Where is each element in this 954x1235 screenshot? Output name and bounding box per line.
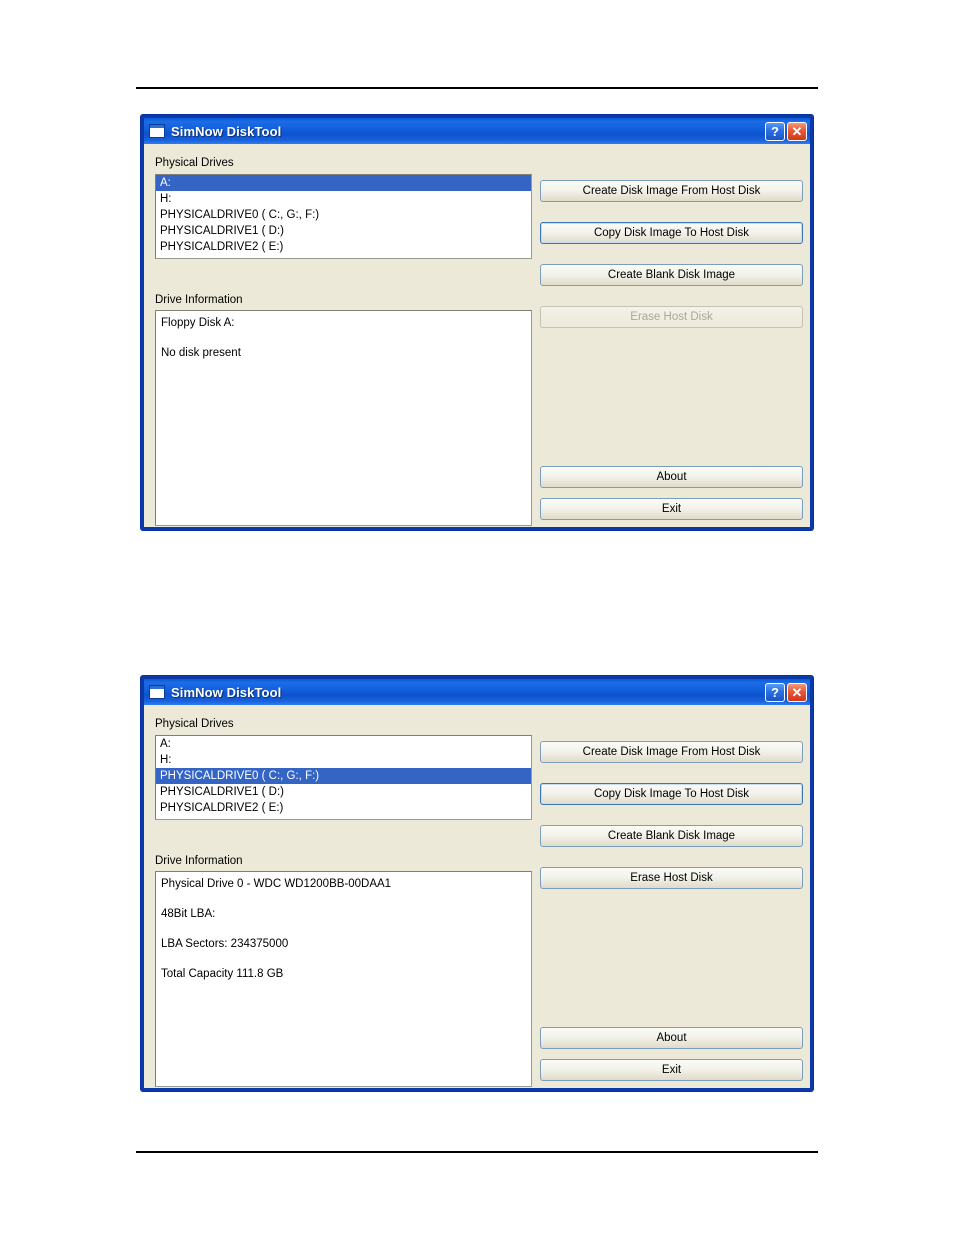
window-title: SimNow DiskTool (171, 684, 282, 700)
window-icon (149, 685, 165, 699)
drive-list-item[interactable]: PHYSICALDRIVE1 ( D:) (156, 223, 531, 239)
drive-information-line: LBA Sectors: 234375000 (161, 938, 289, 950)
drive-list-item[interactable]: PHYSICALDRIVE1 ( D:) (156, 784, 531, 800)
client-area: Physical Drives A: H: PHYSICALDRIVE0 ( C:,… (144, 705, 810, 1088)
drive-information-line: Physical Drive 0 - WDC WD1200BB-00DAA1 (161, 878, 392, 890)
drive-list-item[interactable]: PHYSICALDRIVE2 ( E:) (156, 239, 531, 255)
drive-information-label: Drive Information (155, 855, 243, 867)
create-blank-disk-image-button[interactable]: Create Blank Disk Image (540, 264, 803, 286)
drive-information-line: 48Bit LBA: (161, 908, 216, 920)
titlebar-buttons: ? ✕ (765, 682, 807, 702)
drive-list-item[interactable]: H: (156, 752, 531, 768)
titlebar[interactable]: SimNow DiskTool ? ✕ (144, 679, 810, 705)
help-icon[interactable]: ? (765, 121, 785, 141)
exit-button[interactable]: Exit (540, 1059, 803, 1081)
client-area: Physical Drives A: H: PHYSICALDRIVE0 ( C:,… (144, 144, 810, 527)
drive-list-item[interactable]: PHYSICALDRIVE2 ( E:) (156, 800, 531, 816)
drive-information-line: Floppy Disk A: (161, 317, 235, 329)
drive-information-line: Total Capacity 111.8 GB (161, 968, 284, 980)
physical-drives-listbox[interactable]: A: H: PHYSICALDRIVE0 ( C:, G:, F:) PHYSICAL… (155, 174, 532, 259)
create-disk-image-from-host-disk-button[interactable]: Create Disk Image From Host Disk (540, 741, 803, 763)
erase-host-disk-button[interactable]: Erase Host Disk (540, 867, 803, 889)
drive-list-item[interactable]: PHYSICALDRIVE0 ( C:, G:, F:) (156, 768, 531, 784)
drive-list-item[interactable]: A: (156, 736, 531, 752)
physical-drives-label: Physical Drives (155, 157, 234, 169)
exit-button[interactable]: Exit (540, 498, 803, 520)
physical-drives-label: Physical Drives (155, 718, 234, 730)
about-button[interactable]: About (540, 466, 803, 488)
erase-host-disk-button: Erase Host Disk (540, 306, 803, 328)
window-icon (149, 124, 165, 138)
titlebar[interactable]: SimNow DiskTool ? ✕ (144, 118, 810, 144)
simnow-disktool-window-2: SimNow DiskTool ? ✕ Physical Drives A: H:… (141, 676, 813, 1091)
copy-disk-image-to-host-disk-button[interactable]: Copy Disk Image To Host Disk (540, 222, 803, 244)
simnow-disktool-window-1: SimNow DiskTool ? ✕ Physical Drives A: H:… (141, 115, 813, 530)
close-icon[interactable]: ✕ (787, 682, 807, 702)
create-blank-disk-image-button[interactable]: Create Blank Disk Image (540, 825, 803, 847)
close-icon[interactable]: ✕ (787, 121, 807, 141)
drive-list-item[interactable]: A: (156, 175, 531, 191)
drive-information-line: No disk present (161, 347, 241, 359)
physical-drives-listbox[interactable]: A: H: PHYSICALDRIVE0 ( C:, G:, F:) PHYSICAL… (155, 735, 532, 820)
copy-disk-image-to-host-disk-button[interactable]: Copy Disk Image To Host Disk (540, 783, 803, 805)
drive-information-label: Drive Information (155, 294, 243, 306)
create-disk-image-from-host-disk-button[interactable]: Create Disk Image From Host Disk (540, 180, 803, 202)
help-icon[interactable]: ? (765, 682, 785, 702)
drive-information-pane: Physical Drive 0 - WDC WD1200BB-00DAA1 48… (155, 871, 532, 1087)
top-rule (136, 87, 818, 89)
titlebar-buttons: ? ✕ (765, 121, 807, 141)
drive-list-item[interactable]: PHYSICALDRIVE0 ( C:, G:, F:) (156, 207, 531, 223)
drive-information-pane: Floppy Disk A: No disk present (155, 310, 532, 526)
drive-list-item[interactable]: H: (156, 191, 531, 207)
about-button[interactable]: About (540, 1027, 803, 1049)
window-title: SimNow DiskTool (171, 123, 282, 139)
bottom-rule (136, 1151, 818, 1153)
